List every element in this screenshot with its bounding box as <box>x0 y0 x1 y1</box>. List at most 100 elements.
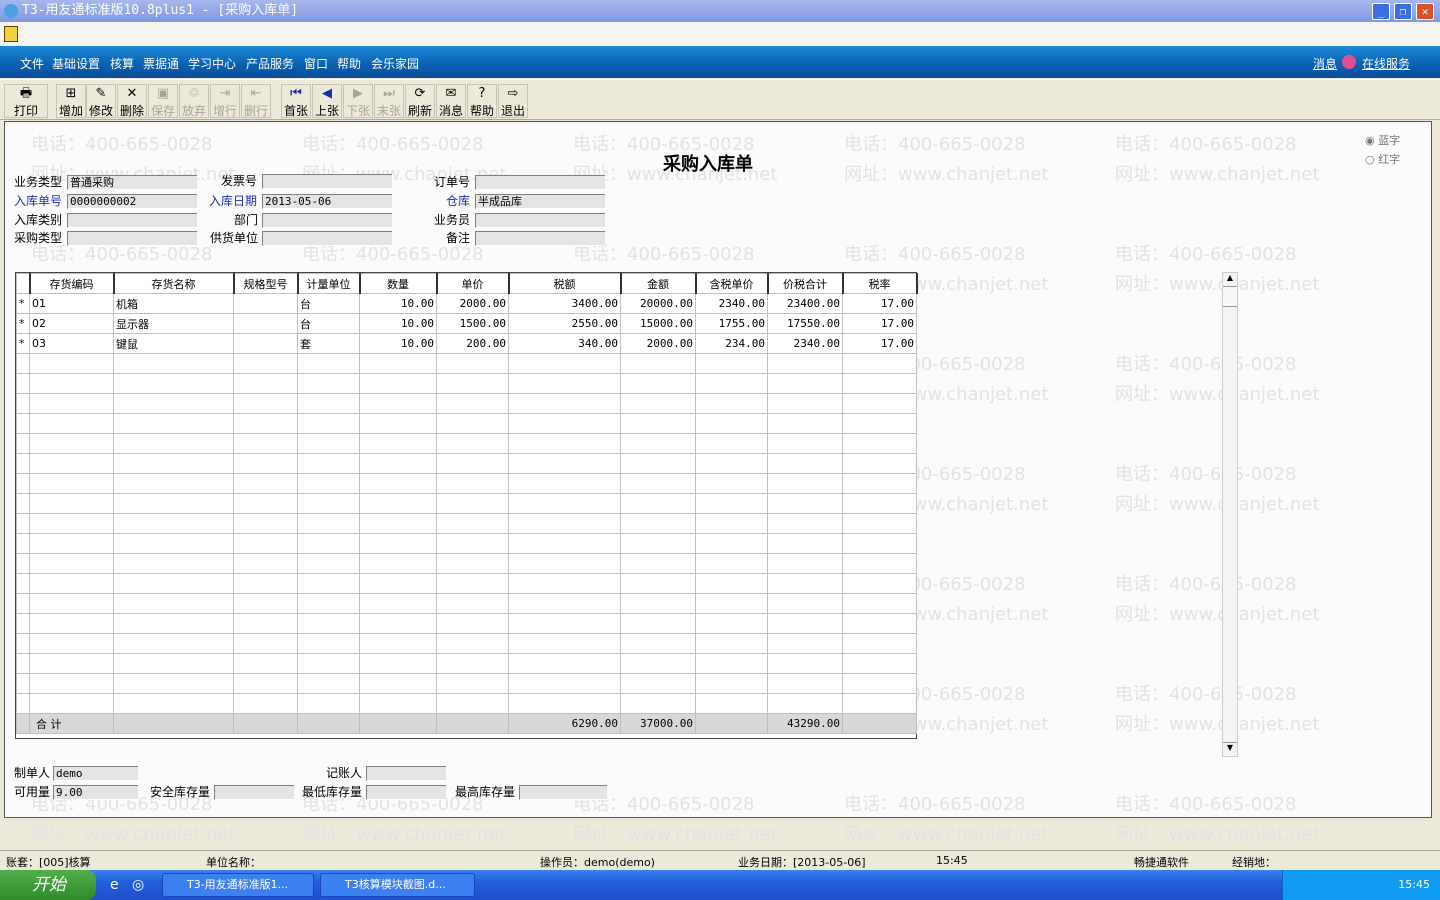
table-cell[interactable] <box>359 413 437 434</box>
table-cell[interactable] <box>620 413 696 434</box>
table-cell[interactable] <box>620 493 696 514</box>
table-cell[interactable]: 23400.00 <box>767 293 843 314</box>
table-cell[interactable] <box>359 353 437 374</box>
table-row[interactable] <box>16 413 917 434</box>
table-cell[interactable] <box>620 653 696 674</box>
table-cell[interactable]: 3400.00 <box>508 293 621 314</box>
table-cell[interactable] <box>297 433 360 454</box>
table-cell[interactable] <box>297 633 360 654</box>
receipt-date-field[interactable]: 2013-05-06 <box>262 194 392 209</box>
table-cell[interactable] <box>233 353 298 374</box>
table-cell[interactable] <box>436 573 509 594</box>
maker-field[interactable]: demo <box>53 766 138 781</box>
column-header[interactable]: 税率 <box>842 273 918 294</box>
table-cell[interactable] <box>436 353 509 374</box>
table-cell[interactable] <box>508 533 621 554</box>
table-row[interactable]: * 03 键鼠 套 10.00 200.00 340.00 2000.00 234.00 2340… <box>16 333 917 354</box>
table-cell[interactable] <box>695 593 768 614</box>
table-cell[interactable] <box>297 373 360 394</box>
table-cell[interactable] <box>695 433 768 454</box>
toolbar-button-edit[interactable]: ✎ 修改 <box>86 84 116 118</box>
start-button[interactable]: 开始 <box>0 870 96 900</box>
table-cell[interactable] <box>359 473 437 494</box>
table-cell[interactable]: 台 <box>297 313 360 334</box>
table-cell[interactable] <box>695 413 768 434</box>
table-cell[interactable] <box>620 613 696 634</box>
table-row[interactable] <box>16 533 917 554</box>
table-cell[interactable]: 2340.00 <box>695 293 768 314</box>
table-cell[interactable] <box>113 413 234 434</box>
table-cell[interactable]: 234.00 <box>695 333 768 354</box>
table-cell[interactable] <box>233 413 298 434</box>
column-header[interactable]: 存货编码 <box>29 273 115 294</box>
table-cell[interactable] <box>359 433 437 454</box>
table-cell[interactable]: 10.00 <box>359 333 437 354</box>
column-header[interactable]: 单价 <box>436 273 510 294</box>
table-cell[interactable] <box>842 593 917 614</box>
table-cell[interactable] <box>842 553 917 574</box>
table-row[interactable] <box>16 373 917 394</box>
table-cell[interactable] <box>29 353 114 374</box>
table-cell[interactable] <box>620 393 696 414</box>
table-cell[interactable] <box>436 533 509 554</box>
table-cell[interactable] <box>842 393 917 414</box>
table-cell[interactable] <box>508 633 621 654</box>
column-header[interactable]: 金额 <box>620 273 697 294</box>
bookkeeper-field[interactable] <box>366 766 446 781</box>
table-cell[interactable]: 200.00 <box>436 333 509 354</box>
toolbar-button-last[interactable]: ⏭ 末张 <box>374 84 404 118</box>
table-cell[interactable] <box>508 613 621 634</box>
table-cell[interactable]: 01 <box>29 293 114 314</box>
table-cell[interactable] <box>695 453 768 474</box>
table-cell[interactable] <box>29 693 114 714</box>
table-cell[interactable] <box>436 413 509 434</box>
order-no-field[interactable] <box>475 175 605 190</box>
table-cell[interactable]: 1500.00 <box>436 313 509 334</box>
table-cell[interactable] <box>620 373 696 394</box>
toolbar-button-next[interactable]: ▶ 下张 <box>343 84 373 118</box>
toolbar-button-add[interactable]: ⊞ 增加 <box>56 84 86 118</box>
table-cell[interactable] <box>508 453 621 474</box>
table-cell[interactable] <box>695 533 768 554</box>
invoice-no-field[interactable] <box>262 174 392 189</box>
table-cell[interactable] <box>620 693 696 714</box>
table-cell[interactable] <box>297 453 360 474</box>
table-cell[interactable] <box>842 433 917 454</box>
table-cell[interactable] <box>233 393 298 414</box>
table-cell[interactable] <box>508 653 621 674</box>
table-cell[interactable] <box>233 653 298 674</box>
table-cell[interactable] <box>508 473 621 494</box>
table-cell[interactable] <box>359 633 437 654</box>
table-cell[interactable] <box>297 513 360 534</box>
table-cell[interactable] <box>842 613 917 634</box>
table-cell[interactable] <box>29 393 114 414</box>
table-cell[interactable] <box>233 513 298 534</box>
table-cell[interactable] <box>359 513 437 534</box>
safety-stock-field[interactable] <box>214 785 294 800</box>
table-cell[interactable] <box>233 333 298 354</box>
table-row[interactable] <box>16 493 917 514</box>
menu-item-0[interactable]: 文件 <box>20 55 44 72</box>
table-cell[interactable] <box>359 593 437 614</box>
receipt-category-field[interactable] <box>67 213 197 228</box>
table-cell[interactable] <box>767 693 843 714</box>
table-cell[interactable] <box>695 473 768 494</box>
toolbar-button-help[interactable]: ? 帮助 <box>467 84 497 118</box>
warehouse-field[interactable]: 半成品库 <box>475 194 605 209</box>
table-cell[interactable] <box>29 453 114 474</box>
table-cell[interactable] <box>508 433 621 454</box>
table-cell[interactable] <box>359 453 437 474</box>
table-cell[interactable] <box>29 373 114 394</box>
table-cell[interactable] <box>297 693 360 714</box>
table-cell[interactable] <box>695 633 768 654</box>
table-cell[interactable] <box>359 393 437 414</box>
table-cell[interactable] <box>508 513 621 534</box>
table-cell[interactable] <box>436 693 509 714</box>
table-cell[interactable] <box>767 633 843 654</box>
menu-item-1[interactable]: 基础设置 <box>52 55 100 72</box>
radio-blue[interactable]: ◉ 蓝字 <box>1365 132 1400 148</box>
table-cell[interactable]: 机箱 <box>113 293 234 314</box>
table-cell[interactable] <box>436 633 509 654</box>
table-cell[interactable] <box>297 413 360 434</box>
table-cell[interactable] <box>842 573 917 594</box>
